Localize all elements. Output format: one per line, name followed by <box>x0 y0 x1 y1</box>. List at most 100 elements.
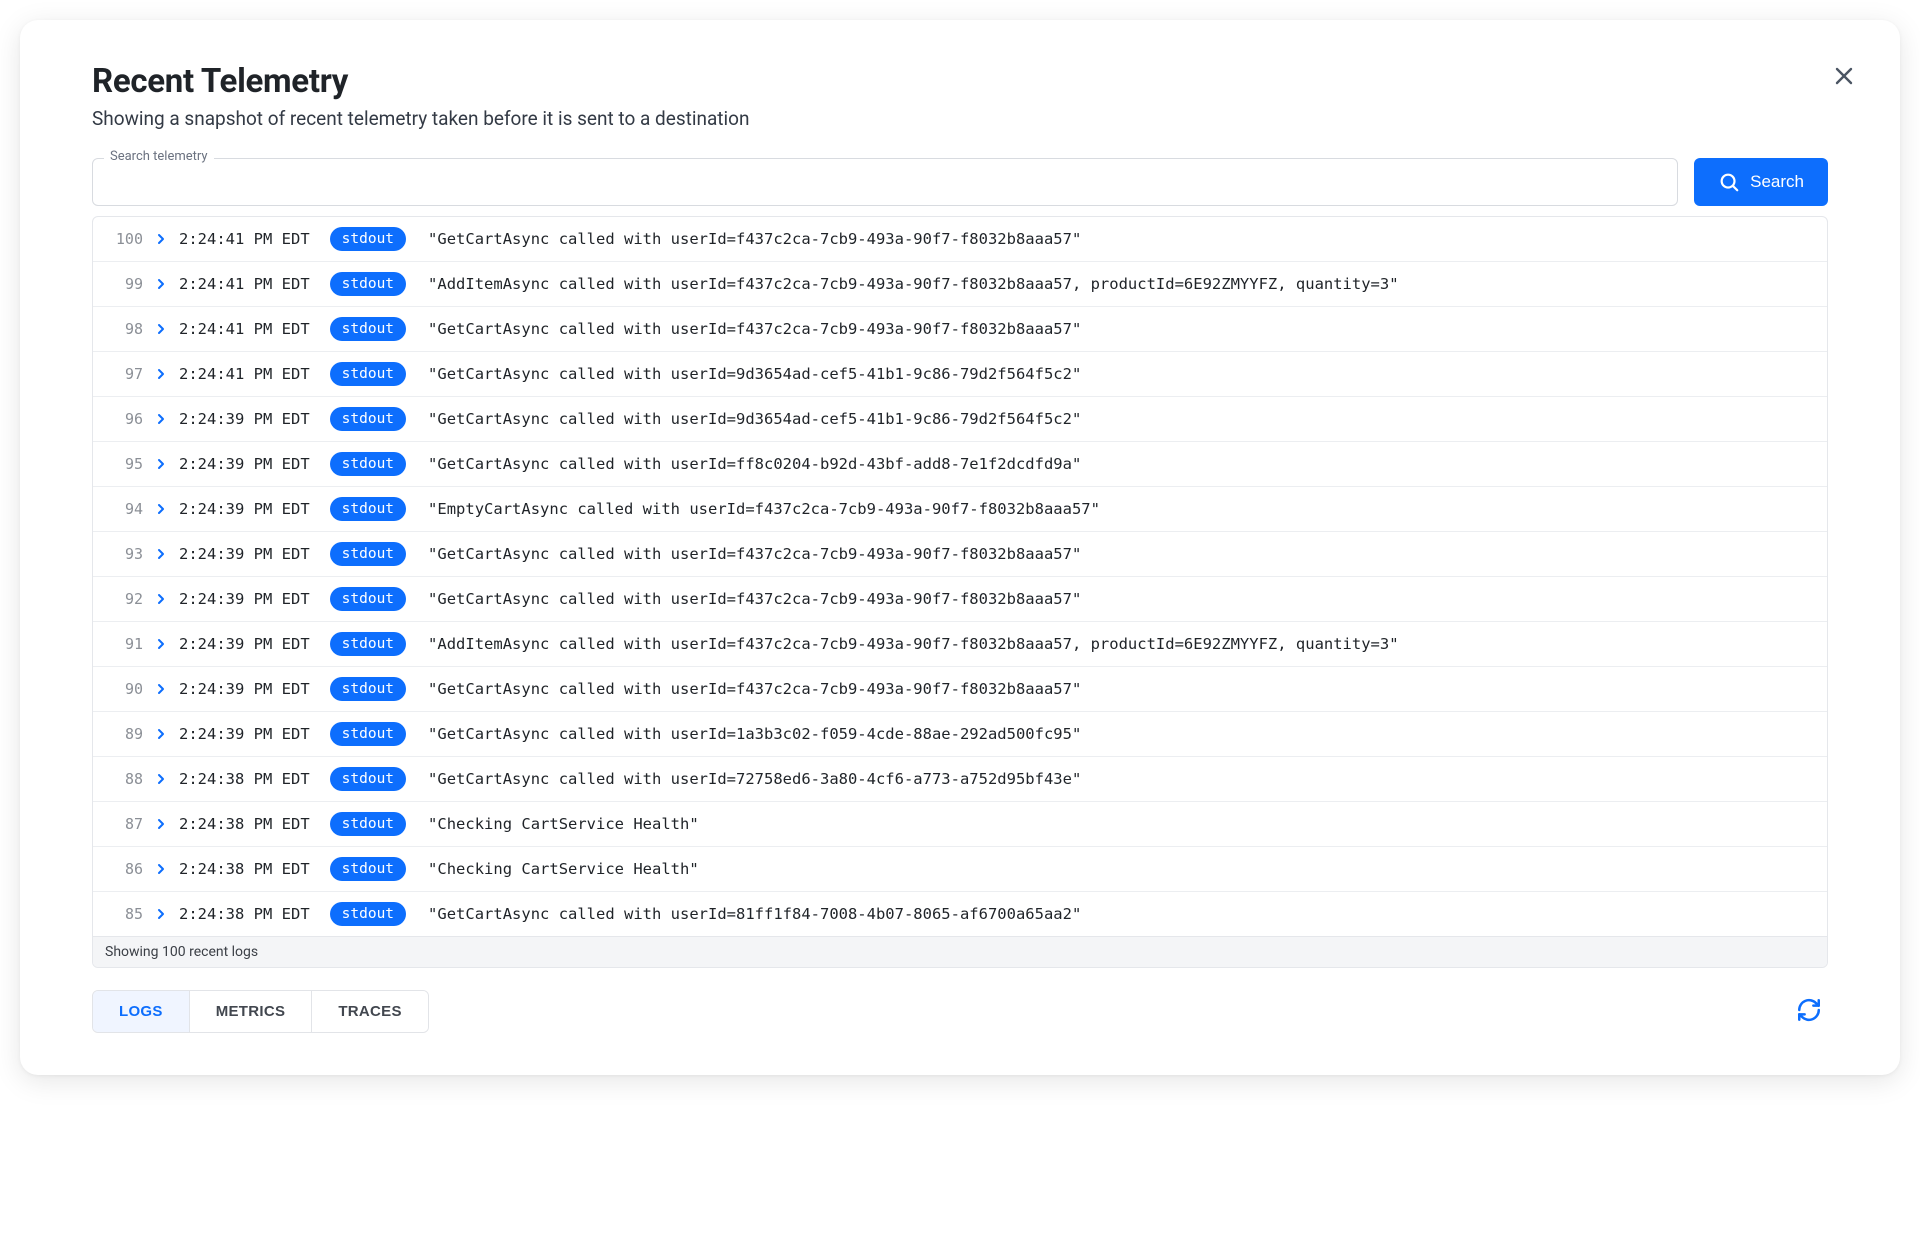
log-row[interactable]: 872:24:38 PM EDTstdout"Checking CartServ… <box>93 802 1827 847</box>
chevron-right-icon <box>155 233 167 245</box>
tabs: LOGS METRICS TRACES <box>92 990 429 1033</box>
log-message: "GetCartAsync called with userId=9d3654a… <box>428 365 1081 383</box>
log-message: "GetCartAsync called with userId=9d3654a… <box>428 410 1081 428</box>
log-message: "AddItemAsync called with userId=f437c2c… <box>428 275 1399 293</box>
tab-logs[interactable]: LOGS <box>93 991 190 1032</box>
log-row[interactable]: 95 2:24:39 PM EDT stdout "GetCartAsync call… <box>93 442 1827 487</box>
log-index: 88 <box>107 770 143 788</box>
chevron-right-icon <box>155 593 167 605</box>
log-row[interactable]: 892:24:39 PM EDTstdout"GetCartAsync call… <box>93 712 1827 757</box>
log-timestamp: 2:24:41 PM EDT <box>179 365 310 383</box>
log-index: 99 <box>107 275 143 293</box>
chevron-right-icon <box>155 773 167 785</box>
chevron-right-icon <box>155 503 167 515</box>
log-row[interactable]: 90 2:24:39 PM EDT stdout "GetCartAsync call… <box>93 667 1827 712</box>
log-stream-badge: stdout <box>330 542 406 566</box>
log-index: 91 <box>107 635 143 653</box>
page-title: Recent Telemetry <box>92 62 1828 101</box>
telemetry-panel: Recent Telemetry Showing a snapshot of r… <box>20 20 1900 1075</box>
log-index: 90 <box>107 680 143 698</box>
log-stream-badge: stdout <box>330 407 406 431</box>
logs-list[interactable]: 1002:24:41 PM EDTstdout"GetCartAsync cal… <box>93 217 1827 936</box>
log-stream-badge: stdout <box>330 227 406 251</box>
log-row[interactable]: 912:24:39 PM EDTstdout"AddItemAsync call… <box>93 622 1827 667</box>
chevron-right-icon <box>155 818 167 830</box>
log-index: 95 <box>107 455 143 473</box>
log-message: "AddItemAsync called with userId=f437c2c… <box>428 635 1399 653</box>
log-index: 87 <box>107 815 143 833</box>
log-timestamp: 2:24:39 PM EDT <box>179 680 310 698</box>
log-timestamp: 2:24:41 PM EDT <box>179 230 310 248</box>
log-row[interactable]: 96 2:24:39 PM EDT stdout "GetCartAsync call… <box>93 397 1827 442</box>
log-message: "GetCartAsync called with userId=72758ed… <box>428 770 1081 788</box>
refresh-icon <box>1796 997 1822 1023</box>
log-timestamp: 2:24:38 PM EDT <box>179 905 310 923</box>
log-row[interactable]: 92 2:24:39 PM EDT stdout "GetCartAsync call… <box>93 577 1827 622</box>
log-stream-badge: stdout <box>330 902 406 926</box>
log-message: "GetCartAsync called with userId=f437c2c… <box>428 230 1081 248</box>
log-timestamp: 2:24:39 PM EDT <box>179 455 310 473</box>
tab-traces[interactable]: TRACES <box>312 991 427 1032</box>
log-timestamp: 2:24:41 PM EDT <box>179 320 310 338</box>
log-row[interactable]: 942:24:39 PM EDTstdout"EmptyCartAsync ca… <box>93 487 1827 532</box>
search-legend: Search telemetry <box>104 149 214 164</box>
log-stream-badge: stdout <box>330 722 406 746</box>
chevron-right-icon <box>155 548 167 560</box>
chevron-right-icon <box>155 908 167 920</box>
search-button[interactable]: Search <box>1694 158 1828 206</box>
log-index: 93 <box>107 545 143 563</box>
log-timestamp: 2:24:38 PM EDT <box>179 860 310 878</box>
log-timestamp: 2:24:39 PM EDT <box>179 410 310 428</box>
log-row[interactable]: 972:24:41 PM EDTstdout"GetCartAsync call… <box>93 352 1827 397</box>
log-stream-badge: stdout <box>330 812 406 836</box>
chevron-right-icon <box>155 863 167 875</box>
log-row[interactable]: 882:24:38 PM EDTstdout"GetCartAsync call… <box>93 757 1827 802</box>
log-index: 97 <box>107 365 143 383</box>
log-row[interactable]: 982:24:41 PM EDTstdout"GetCartAsync call… <box>93 307 1827 352</box>
log-index: 98 <box>107 320 143 338</box>
log-index: 85 <box>107 905 143 923</box>
log-row[interactable]: 85 2:24:38 PM EDT stdout "GetCartAsync call… <box>93 892 1827 936</box>
chevron-right-icon <box>155 638 167 650</box>
log-stream-badge: stdout <box>330 677 406 701</box>
log-message: "GetCartAsync called with userId=f437c2c… <box>428 680 1081 698</box>
page-subtitle: Showing a snapshot of recent telemetry t… <box>92 107 1828 130</box>
bottom-bar: LOGS METRICS TRACES <box>92 990 1828 1033</box>
log-stream-badge: stdout <box>330 452 406 476</box>
log-timestamp: 2:24:39 PM EDT <box>179 500 310 518</box>
log-index: 96 <box>107 410 143 428</box>
search-row: Search telemetry Search <box>92 158 1828 206</box>
log-index: 89 <box>107 725 143 743</box>
close-button[interactable] <box>1828 60 1860 92</box>
chevron-right-icon <box>155 413 167 425</box>
log-row[interactable]: 1002:24:41 PM EDTstdout"GetCartAsync cal… <box>93 217 1827 262</box>
tab-metrics[interactable]: METRICS <box>190 991 313 1032</box>
log-row[interactable]: 93 2:24:39 PM EDT stdout "GetCartAsync call… <box>93 532 1827 577</box>
log-stream-badge: stdout <box>330 317 406 341</box>
search-input[interactable] <box>92 158 1678 206</box>
chevron-right-icon <box>155 368 167 380</box>
log-row[interactable]: 992:24:41 PM EDTstdout"AddItemAsync call… <box>93 262 1827 307</box>
refresh-button[interactable] <box>1790 991 1828 1032</box>
chevron-right-icon <box>155 728 167 740</box>
log-timestamp: 2:24:39 PM EDT <box>179 545 310 563</box>
log-message: "GetCartAsync called with userId=ff8c020… <box>428 455 1081 473</box>
search-icon <box>1718 171 1740 193</box>
log-timestamp: 2:24:39 PM EDT <box>179 590 310 608</box>
log-index: 94 <box>107 500 143 518</box>
search-button-label: Search <box>1750 172 1804 192</box>
log-stream-badge: stdout <box>330 587 406 611</box>
log-row[interactable]: 862:24:38 PM EDTstdout"Checking CartServ… <box>93 847 1827 892</box>
log-message: "GetCartAsync called with userId=81ff1f8… <box>428 905 1081 923</box>
log-index: 92 <box>107 590 143 608</box>
log-message: "GetCartAsync called with userId=f437c2c… <box>428 545 1081 563</box>
log-message: "GetCartAsync called with userId=f437c2c… <box>428 590 1081 608</box>
chevron-right-icon <box>155 458 167 470</box>
logs-container: 1002:24:41 PM EDTstdout"GetCartAsync cal… <box>92 216 1828 968</box>
log-timestamp: 2:24:38 PM EDT <box>179 770 310 788</box>
log-stream-badge: stdout <box>330 857 406 881</box>
log-index: 86 <box>107 860 143 878</box>
chevron-right-icon <box>155 683 167 695</box>
log-message: "GetCartAsync called with userId=1a3b3c0… <box>428 725 1081 743</box>
log-stream-badge: stdout <box>330 497 406 521</box>
